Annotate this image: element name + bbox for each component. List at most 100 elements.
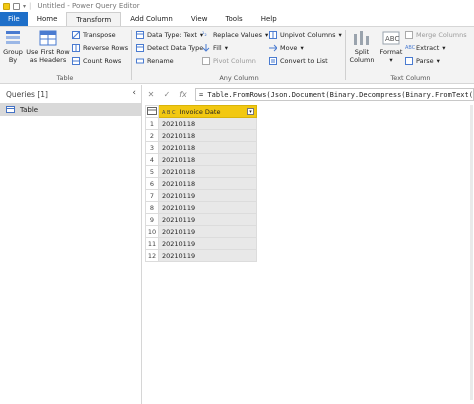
parse-icon (405, 57, 413, 65)
chevron-down-icon: ▾ (338, 31, 342, 39)
table-row: 7 20210119 (145, 189, 257, 202)
save-icon[interactable] (13, 2, 20, 10)
table-cell[interactable]: 20210118 (158, 117, 257, 130)
replace-values-button[interactable]: ¹₂ Replace Values ▾ (202, 31, 268, 39)
fill-button[interactable]: Fill ▾ (202, 44, 228, 52)
row-number[interactable]: 4 (145, 153, 159, 166)
move-button[interactable]: Move ▾ (269, 44, 304, 52)
row-number[interactable]: 6 (145, 177, 159, 190)
tab-home[interactable]: Home (28, 12, 67, 26)
table-row: 5 20210118 (145, 165, 257, 178)
chevron-down-icon[interactable]: ▾ (23, 3, 26, 10)
parse-button[interactable]: Parse ▾ (405, 57, 440, 65)
table-cell[interactable]: 20210118 (158, 153, 257, 166)
table-cell[interactable]: 20210118 (158, 129, 257, 142)
table-cell[interactable]: 20210119 (158, 213, 257, 226)
table-cell[interactable]: 20210119 (158, 189, 257, 202)
fill-icon (202, 44, 210, 52)
any-column-group: Data Type: Text ▾ Detect Data Type Renam… (133, 27, 345, 84)
row-number[interactable]: 11 (145, 237, 159, 250)
merge-columns-button[interactable]: Merge Columns (405, 31, 467, 39)
table-cell[interactable]: 20210119 (158, 201, 257, 214)
tab-file[interactable]: File (0, 12, 28, 26)
unpivot-columns-label: Unpivot Columns (280, 31, 336, 39)
table-cell[interactable]: 20210118 (158, 177, 257, 190)
format-label: Format (379, 48, 403, 56)
unpivot-columns-icon (269, 31, 277, 39)
table-row: 2 20210118 (145, 129, 257, 142)
quick-access-toolbar: ▾ | (0, 2, 31, 10)
table-icon (6, 106, 15, 113)
pivot-column-button[interactable]: Pivot Column (202, 57, 256, 65)
row-number[interactable]: 5 (145, 165, 159, 178)
merge-columns-icon (405, 31, 413, 39)
reverse-rows-icon (72, 44, 80, 52)
table-cell[interactable]: 20210119 (158, 225, 257, 238)
fx-icon[interactable]: fx (175, 90, 191, 99)
detect-data-type-button[interactable]: Detect Data Type (136, 44, 203, 52)
table-icon (147, 106, 157, 115)
column-header-label: Invoice Date (179, 107, 221, 116)
format-icon: ABC (382, 30, 400, 46)
row-number[interactable]: 8 (145, 201, 159, 214)
rename-button[interactable]: Rename (136, 57, 174, 65)
window-title: Untitled - Power Query Editor (37, 2, 140, 10)
table-row: 1 20210118 (145, 117, 257, 130)
table-menu-button[interactable] (145, 105, 159, 118)
column-filter-dropdown-icon[interactable]: ▾ (247, 108, 254, 115)
table-cell[interactable]: 20210118 (158, 141, 257, 154)
table-cell[interactable]: 20210119 (158, 237, 257, 250)
tab-tools[interactable]: Tools (216, 12, 251, 26)
extract-button[interactable]: ABC Extract ▾ (405, 44, 446, 52)
table-group-label: Table (56, 74, 74, 82)
use-first-row-icon (39, 30, 57, 46)
count-rows-label: Count Rows (83, 57, 122, 65)
tab-transform[interactable]: Transform (66, 12, 122, 26)
column-header-invoice-date[interactable]: A B C Invoice Date ▾ (158, 105, 257, 118)
transpose-icon (71, 30, 81, 40)
group-by-button[interactable]: Group By (3, 30, 23, 64)
table-row: 11 20210119 (145, 237, 257, 250)
chevron-left-icon[interactable]: ‹ (132, 88, 136, 98)
tab-view[interactable]: View (182, 12, 217, 26)
table-cell[interactable]: 20210118 (158, 165, 257, 178)
text-type-icon[interactable]: A B C (162, 110, 176, 116)
row-number[interactable]: 7 (145, 189, 159, 202)
any-column-group-label: Any Column (219, 74, 259, 82)
row-number[interactable]: 1 (145, 117, 159, 130)
convert-to-list-button[interactable]: Convert to List (269, 57, 328, 65)
use-first-row-as-headers-button[interactable]: Use First Row as Headers (26, 30, 70, 64)
row-number[interactable]: 10 (145, 225, 159, 238)
transpose-button[interactable]: Transpose (71, 30, 116, 40)
text-column-group: Split Column ABC Format ▾ Merge Columns … (347, 27, 474, 84)
vertical-scrollbar[interactable] (470, 105, 473, 400)
queries-header: Queries [1] ‹ (0, 85, 141, 103)
tab-add-column[interactable]: Add Column (121, 12, 182, 26)
parse-label: Parse (416, 57, 434, 65)
chevron-down-icon: ▾ (265, 31, 269, 39)
format-button[interactable]: ABC Format ▾ (378, 30, 404, 64)
table-cell[interactable]: 20210119 (158, 249, 257, 262)
data-type-dropdown[interactable]: Data Type: Text ▾ (136, 31, 203, 39)
tab-help[interactable]: Help (252, 12, 286, 26)
formula-input[interactable]: = Table.FromRows(Json.Document(Binary.De… (195, 88, 474, 101)
commit-icon[interactable]: ✓ (159, 90, 175, 99)
rename-icon (136, 57, 144, 65)
split-column-button[interactable]: Split Column (347, 30, 377, 64)
table-row: 9 20210119 (145, 213, 257, 226)
svg-text:ABC: ABC (385, 35, 399, 43)
row-number[interactable]: 2 (145, 129, 159, 142)
cancel-icon[interactable]: ✕ (143, 90, 159, 99)
unpivot-columns-button[interactable]: Unpivot Columns ▾ (269, 31, 342, 39)
table-row: 10 20210119 (145, 225, 257, 238)
row-number[interactable]: 3 (145, 141, 159, 154)
row-number[interactable]: 12 (145, 249, 159, 262)
detect-data-type-icon (136, 44, 144, 52)
convert-to-list-icon (269, 57, 277, 65)
query-item-table[interactable]: Table (0, 103, 141, 116)
reverse-rows-button[interactable]: Reverse Rows (72, 44, 128, 52)
data-grid: A B C Invoice Date ▾ 1 20210118 2 20210118 3… (145, 105, 257, 262)
count-rows-button[interactable]: Count Rows (72, 57, 121, 65)
row-number[interactable]: 9 (145, 213, 159, 226)
text-column-group-label: Text Column (390, 74, 431, 82)
